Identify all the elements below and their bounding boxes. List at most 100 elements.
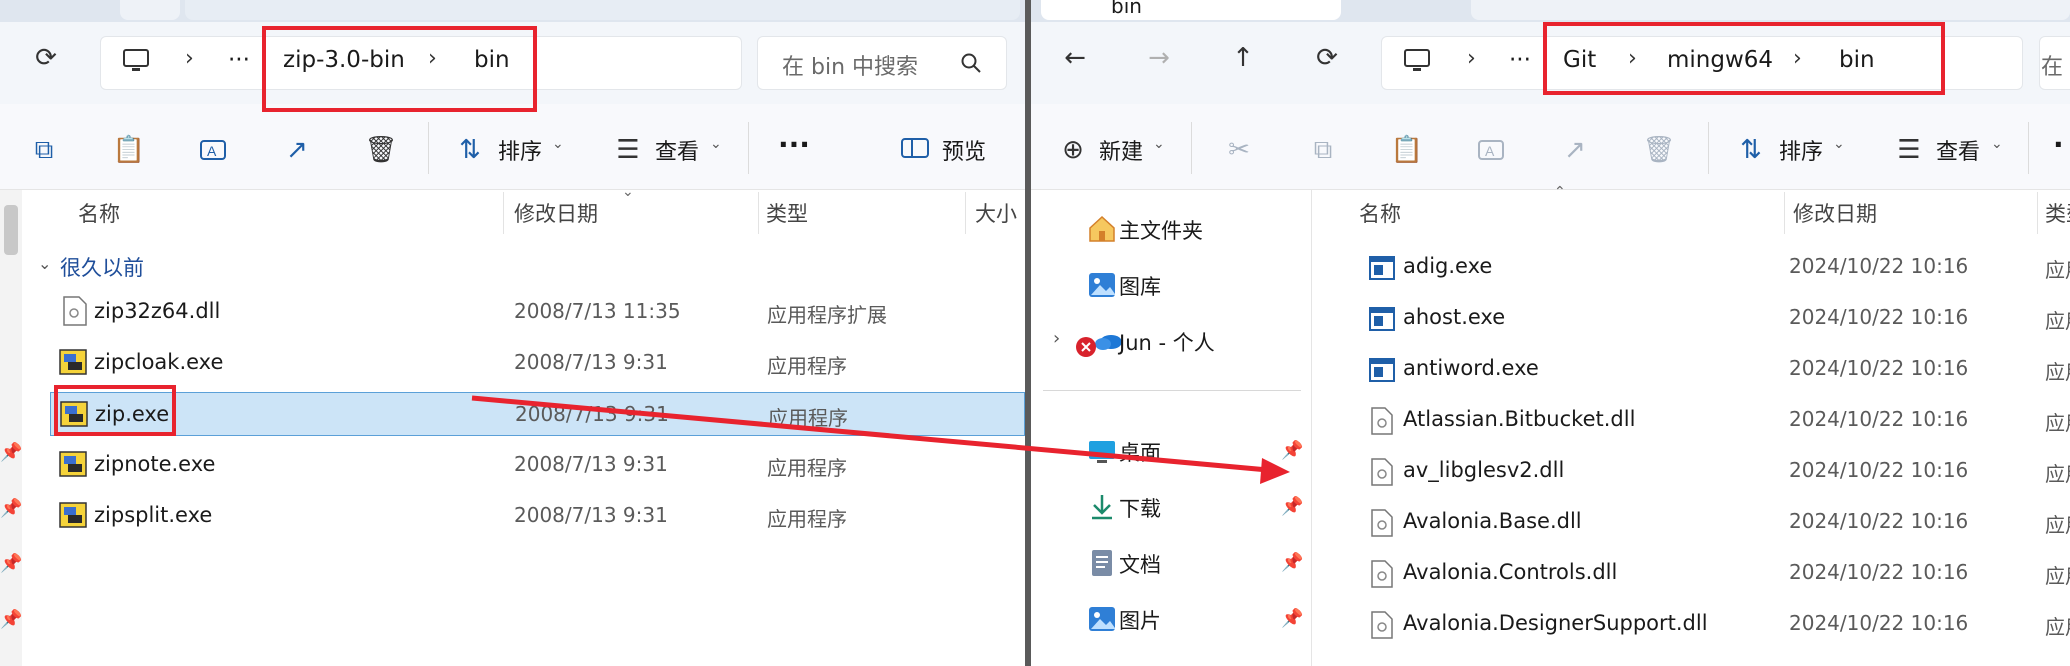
sort-icon[interactable]: ⇅ [1731, 128, 1771, 172]
rename-icon[interactable]: A [193, 128, 233, 172]
column-header-type[interactable]: 类型 [2045, 198, 2070, 228]
view-icon[interactable]: ☰ [608, 128, 648, 172]
file-row[interactable]: Avalonia.DesignerSupport.dll 2024/10/22 … [1333, 599, 2070, 649]
delete-icon[interactable]: 🗑 [361, 128, 401, 172]
column-divider[interactable] [965, 192, 966, 234]
file-row[interactable]: adig.exe 2024/10/22 10:16 应用 [1333, 242, 2070, 292]
rename-icon[interactable]: A [1471, 128, 1511, 172]
file-date: 2008/7/13 9:31 [515, 402, 669, 426]
column-header-date[interactable]: 修改日期 [514, 198, 598, 228]
more-options-button[interactable]: · [2053, 128, 2064, 161]
file-type: 应用 [2045, 309, 2070, 333]
file-row[interactable]: Avalonia.Base.dll 2024/10/22 10:16 应用 [1333, 497, 2070, 547]
new-icon[interactable]: ⊕ [1053, 128, 1093, 172]
this-pc-icon[interactable] [1403, 48, 1431, 74]
tab-other[interactable] [1471, 0, 2070, 20]
tab-current[interactable] [185, 0, 1020, 20]
pin-icon[interactable]: 📌 [1281, 608, 1303, 629]
column-header-size[interactable]: 大小 [975, 198, 1017, 228]
copy-icon[interactable]: ⧉ [24, 128, 64, 172]
file-row-selected[interactable]: zip.exe 2008/7/13 9:31 应用程序 [50, 392, 1025, 436]
file-row[interactable]: av_libglesv2.dll 2024/10/22 10:16 应用 [1333, 446, 2070, 496]
file-row[interactable]: ahost.exe 2024/10/22 10:16 应用 [1333, 293, 2070, 343]
view-button[interactable]: 查看 [1936, 134, 1980, 166]
nav-item-pictures[interactable]: 图片 [1119, 605, 1161, 635]
chevron-down-icon: ⌄ [1991, 136, 2003, 152]
pin-icon[interactable]: 📌 [1281, 440, 1303, 461]
sort-button[interactable]: 排序 [1779, 134, 1823, 166]
nav-item-downloads[interactable]: 下载 [1119, 493, 1161, 523]
nav-item-home[interactable]: 主文件夹 [1119, 215, 1203, 245]
new-button[interactable]: 新建 [1099, 134, 1143, 166]
file-name: adig.exe [1403, 254, 1493, 278]
pin-icon[interactable]: 📌 [1281, 496, 1303, 517]
scrollbar-thumb[interactable] [4, 205, 18, 255]
column-header-type[interactable]: 类型 [766, 198, 808, 228]
view-button[interactable]: 查看 [655, 134, 699, 166]
column-header-name[interactable]: 名称 [78, 198, 120, 228]
nav-item-desktop[interactable]: 桌面 [1119, 437, 1161, 467]
pin-icon[interactable]: 📌 [1281, 552, 1303, 573]
file-row[interactable]: zip32z64.dll 2008/7/13 11:35 应用程序扩展 [50, 290, 1025, 334]
breadcrumb-overflow[interactable]: ··· [1509, 47, 1531, 73]
view-icon[interactable]: ☰ [1889, 128, 1929, 172]
this-pc-icon[interactable] [122, 48, 150, 74]
column-header-name[interactable]: 名称 [1359, 198, 1401, 228]
column-divider[interactable] [758, 192, 759, 234]
file-row[interactable]: zipnote.exe 2008/7/13 9:31 应用程序 [50, 443, 1025, 487]
column-divider[interactable] [503, 192, 504, 234]
tab-previous[interactable] [120, 0, 180, 20]
search-input[interactable]: 在 [2041, 49, 2063, 81]
preview-button[interactable]: 预览 [942, 134, 986, 166]
toolbar-divider [428, 122, 429, 174]
file-row[interactable]: Avalonia.Controls.dll 2024/10/22 10:16 应… [1333, 548, 2070, 598]
column-divider[interactable] [1784, 192, 1785, 234]
refresh-icon[interactable]: ⟳ [26, 38, 66, 78]
tab-strip [0, 0, 1025, 22]
group-header[interactable]: 很久以前 [60, 252, 144, 282]
paste-icon[interactable]: 📋 [109, 128, 149, 172]
svg-text:A: A [1485, 143, 1495, 159]
pin-icon: 📌 [0, 553, 23, 574]
forward-icon[interactable]: → [1139, 38, 1179, 78]
refresh-icon[interactable]: ⟳ [1307, 38, 1347, 78]
sort-button[interactable]: 排序 [498, 134, 542, 166]
file-date: 2008/7/13 9:31 [514, 503, 668, 527]
paste-icon[interactable]: 📋 [1387, 128, 1427, 172]
tab-bin[interactable]: bin [1041, 0, 1341, 20]
file-type: 应用程序 [767, 354, 847, 378]
copy-icon[interactable]: ⧉ [1303, 128, 1343, 172]
file-row[interactable]: zipcloak.exe 2008/7/13 9:31 应用程序 [50, 341, 1025, 385]
file-row[interactable]: antiword.exe 2024/10/22 10:16 应用 [1333, 344, 2070, 394]
file-row[interactable]: Atlassian.Bitbucket.dll 2024/10/22 10:16… [1333, 395, 2070, 445]
up-icon[interactable]: ↑ [1223, 38, 1263, 78]
cut-icon[interactable]: ✂ [1219, 128, 1259, 172]
dll-file-icon [1371, 509, 1393, 537]
svg-text:A: A [207, 143, 217, 159]
exe-window-icon [1369, 358, 1395, 382]
nav-item-gallery[interactable]: 图库 [1119, 271, 1161, 301]
column-divider[interactable] [2037, 192, 2038, 234]
navigation-pane: 主文件夹 图库 › Jun - 个人 桌面 📌 下载 📌 文档 📌 图片 📌 [1031, 190, 1311, 666]
share-icon[interactable]: ↗ [1555, 128, 1595, 172]
sort-icon[interactable]: ⇅ [450, 128, 490, 172]
chevron-down-icon: ⌄ [1833, 136, 1845, 152]
nav-item-documents[interactable]: 文档 [1119, 549, 1161, 579]
file-row[interactable]: zipsplit.exe 2008/7/13 9:31 应用程序 [50, 494, 1025, 538]
back-icon[interactable]: ← [1055, 38, 1095, 78]
toolbar-divider [2028, 122, 2029, 174]
more-options-button[interactable]: ··· [778, 128, 810, 161]
preview-pane-icon[interactable] [900, 136, 930, 160]
search-input[interactable]: 在 bin 中搜索 [782, 49, 918, 81]
breadcrumb-overflow[interactable]: ··· [228, 47, 250, 73]
chevron-down-icon: ⌄ [552, 136, 564, 152]
file-name: zipnote.exe [94, 452, 216, 476]
nav-item-onedrive[interactable]: Jun - 个人 [1119, 327, 1215, 357]
column-header-date[interactable]: 修改日期 [1793, 198, 1877, 228]
file-date: 2024/10/22 10:16 [1789, 611, 1969, 635]
chevron-right-icon[interactable]: › [1053, 328, 1060, 349]
chevron-down-icon[interactable]: ⌄ [38, 254, 51, 273]
nav-pane-splitter[interactable] [1311, 190, 1312, 666]
delete-icon[interactable]: 🗑 [1639, 128, 1679, 172]
share-icon[interactable]: ↗ [277, 128, 317, 172]
